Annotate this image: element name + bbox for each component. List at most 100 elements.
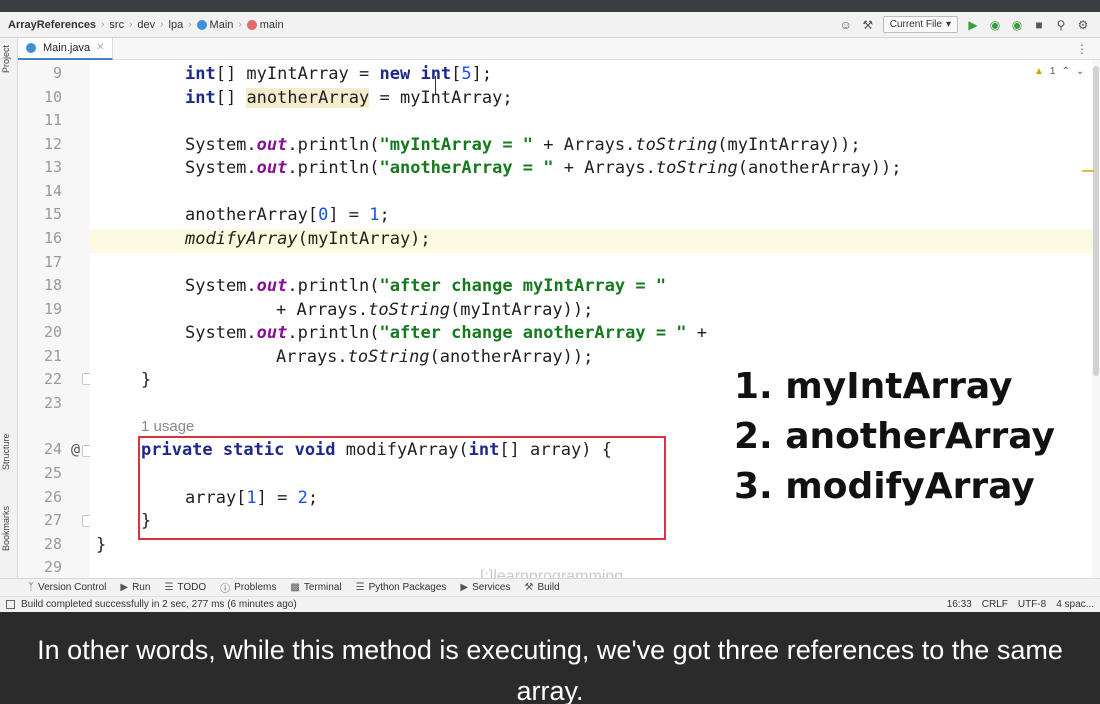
- project-tool-label[interactable]: Project: [1, 42, 17, 76]
- line-number-gutter: 9 10 11 12 13 14 15 16 17 18 19 20 21 22…: [18, 60, 92, 578]
- layers-icon: ☰: [355, 582, 365, 593]
- code-line-12: System.out.println("myIntArray = " + Arr…: [185, 135, 861, 155]
- coverage-icon[interactable]: ◉: [1010, 18, 1024, 32]
- tab-main-java[interactable]: Main.java ✕: [18, 37, 114, 60]
- code-line-28: }: [96, 535, 107, 555]
- line-number: 20: [43, 323, 62, 341]
- warning-icon: ▲: [1034, 66, 1044, 77]
- override-marker-icon[interactable]: @: [71, 440, 80, 458]
- line-number: 11: [43, 111, 62, 129]
- line-number: 18: [43, 276, 62, 294]
- cursor-position[interactable]: 16:33: [947, 599, 972, 610]
- code-line-22: }: [141, 370, 152, 390]
- line-number: 16: [43, 229, 62, 247]
- editor-tab-bar: Main.java ✕ ⋮: [18, 37, 1100, 60]
- usage-hint[interactable]: 1 usage: [141, 418, 194, 435]
- annotation-item: 1. myIntArray: [734, 366, 1013, 407]
- chevron-up-icon[interactable]: ⌃: [1061, 66, 1069, 77]
- line-number: 15: [43, 205, 62, 223]
- annotation-item: 2. anotherArray: [734, 416, 1055, 457]
- breadcrumb-src[interactable]: src ›: [109, 19, 137, 31]
- indent-setting[interactable]: 4 spac...: [1056, 599, 1094, 610]
- code-line-13: System.out.println("anotherArray = " + A…: [185, 158, 902, 178]
- code-line-19: + Arrays.toString(myIntArray));: [276, 300, 594, 320]
- inspection-widget[interactable]: ▲ 1 ⌃ ⌄: [1034, 66, 1084, 77]
- tool-windows-toggle-icon[interactable]: [6, 600, 15, 609]
- code-line-16: modifyArray(myIntArray);: [185, 229, 431, 249]
- code-line-18: System.out.println("after change myIntAr…: [185, 276, 667, 296]
- line-number: 14: [43, 182, 62, 200]
- structure-tool-label[interactable]: Structure: [1, 428, 17, 476]
- file-encoding[interactable]: UTF-8: [1018, 599, 1046, 610]
- list-icon: ☰: [164, 582, 174, 593]
- run-icon[interactable]: ▶: [966, 18, 980, 32]
- line-number: 9: [52, 64, 62, 82]
- scrollbar-thumb[interactable]: [1093, 66, 1099, 376]
- breadcrumb-dev[interactable]: dev ›: [137, 19, 168, 31]
- search-icon[interactable]: ⚲: [1054, 18, 1068, 32]
- tool-run[interactable]: ▶ Run: [120, 582, 150, 593]
- caption-text: In other words, while this method is exe…: [37, 635, 1063, 704]
- tool-problems[interactable]: ⓘ Problems: [220, 580, 276, 595]
- breadcrumb-lpa[interactable]: lpa ›: [169, 19, 197, 31]
- tool-build[interactable]: ⚒ Build: [524, 582, 559, 593]
- code-line-9: int[] myIntArray = new int[5];: [185, 64, 493, 84]
- status-message[interactable]: Build completed successfully in 2 sec, 2…: [21, 599, 297, 610]
- line-number: 19: [43, 300, 62, 318]
- chevron-down-icon[interactable]: ⌄: [1076, 66, 1084, 77]
- line-number: 29: [43, 558, 62, 576]
- tool-window-bar: ᛉ Version Control ▶ Run ☰ TODO ⓘ Problems ▩ T…: [0, 578, 1100, 596]
- stop-icon[interactable]: ■: [1032, 18, 1046, 32]
- breadcrumb-main-method[interactable]: main: [246, 19, 284, 31]
- line-number: 26: [43, 488, 62, 506]
- line-number: 10: [43, 88, 62, 106]
- menu-bar: [0, 0, 1100, 12]
- class-icon: [196, 19, 207, 30]
- code-line-10: int[] anotherArray = myIntArray;: [185, 88, 513, 108]
- code-line-15: anotherArray[0] = 1;: [185, 205, 390, 225]
- line-number: 28: [43, 535, 62, 553]
- line-number: 23: [43, 394, 62, 412]
- line-number: 25: [43, 464, 62, 482]
- video-caption-bar: In other words, while this method is exe…: [0, 612, 1100, 704]
- method-icon: [246, 19, 257, 30]
- scroll-marker: [1082, 170, 1094, 172]
- method-highlight-box: [138, 436, 666, 540]
- run-config-select[interactable]: Current File ▾: [882, 16, 958, 33]
- hammer-icon: ⚒: [524, 582, 534, 593]
- line-separator[interactable]: CRLF: [982, 599, 1008, 610]
- bookmarks-tool-label[interactable]: Bookmarks: [1, 500, 17, 556]
- tool-python-packages[interactable]: ☰ Python Packages: [356, 582, 447, 593]
- code-line-20: System.out.println("after change another…: [185, 323, 708, 343]
- terminal-icon: ▩: [290, 582, 300, 593]
- hammer-icon[interactable]: ⚒: [861, 18, 875, 32]
- breadcrumb-main-class[interactable]: Main ›: [196, 19, 247, 31]
- breadcrumb: ArrayReferences › src › dev › lpa › Main › ma…: [0, 19, 284, 31]
- tool-todo[interactable]: ☰ TODO: [164, 582, 206, 593]
- branch-icon: ᛉ: [28, 582, 34, 593]
- tool-services[interactable]: ▶ Services: [460, 582, 510, 593]
- close-icon[interactable]: ✕: [96, 42, 104, 53]
- left-tool-stripe: Project Structure Bookmarks: [0, 38, 18, 578]
- code-line-21: Arrays.toString(anotherArray));: [276, 347, 594, 367]
- line-number: 21: [43, 347, 62, 365]
- tool-version-control[interactable]: ᛉ Version Control: [28, 582, 106, 593]
- toolbar-actions: ☺ ⚒ Current File ▾ ▶ ◉ ◉ ■ ⚲ ⚙: [839, 16, 1100, 33]
- line-number: 22: [43, 370, 62, 388]
- info-icon: ⓘ: [220, 584, 231, 595]
- breadcrumb-project[interactable]: ArrayReferences ›: [8, 19, 109, 31]
- line-number: 24: [43, 440, 62, 458]
- annotation-item: 3. modifyArray: [734, 466, 1035, 507]
- debug-icon[interactable]: ◉: [988, 18, 1002, 32]
- line-number: 17: [43, 253, 62, 271]
- annotation-list: 1. myIntArray 2. anotherArray 3. modifyA…: [734, 362, 1055, 512]
- navigation-bar: ArrayReferences › src › dev › lpa › Main › ma…: [0, 12, 1100, 38]
- play-icon: ▶: [120, 582, 129, 593]
- line-number: 13: [43, 158, 62, 176]
- user-icon[interactable]: ☺: [839, 18, 853, 32]
- services-icon: ▶: [460, 582, 469, 593]
- line-number: 27: [43, 511, 62, 529]
- more-icon[interactable]: ⋮: [1076, 42, 1088, 56]
- gear-icon[interactable]: ⚙: [1076, 18, 1090, 32]
- tool-terminal[interactable]: ▩ Terminal: [290, 582, 341, 593]
